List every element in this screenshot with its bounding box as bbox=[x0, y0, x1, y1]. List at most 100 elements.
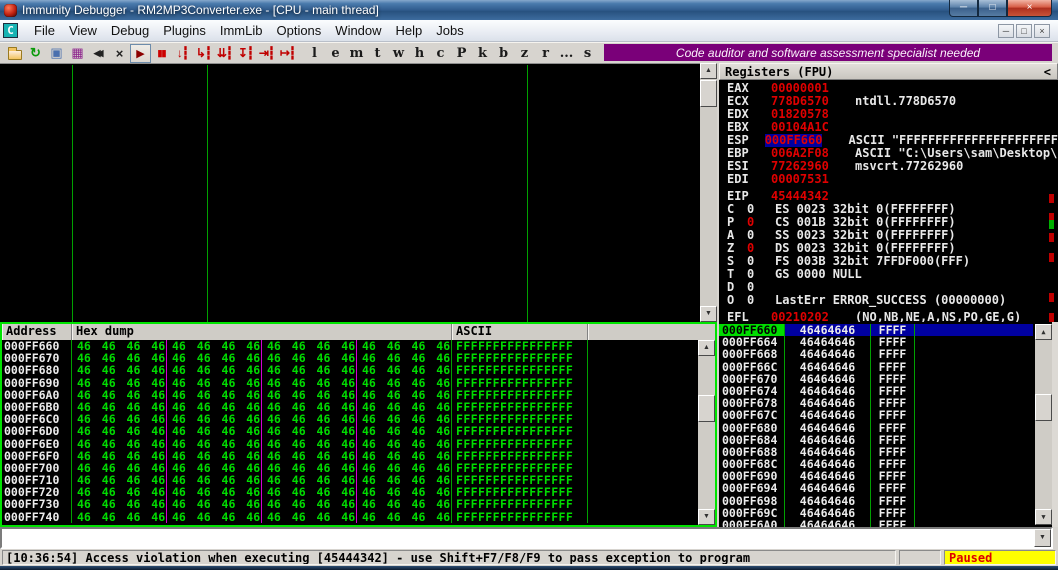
dump-address: 000FF6E0 bbox=[2, 437, 72, 450]
disassembly-scrollbar[interactable]: ▲ ▼ bbox=[700, 63, 717, 322]
stack-row[interactable]: 000FF67C 46464646 FFFF bbox=[719, 409, 1033, 422]
stack-ascii: FFFF bbox=[871, 494, 915, 507]
menu-view[interactable]: View bbox=[62, 21, 104, 40]
handles-button[interactable]: h bbox=[409, 46, 430, 61]
command-bar: ▼ bbox=[0, 527, 1053, 549]
breakpoint-window-button[interactable]: ▦ bbox=[67, 44, 88, 63]
memory-button[interactable]: m bbox=[346, 46, 367, 61]
flag-row[interactable]: O 0 LastErr ERROR_SUCCESS (00000000) bbox=[727, 294, 1058, 307]
mdi-close-button[interactable]: × bbox=[1034, 24, 1050, 38]
dump-ascii: FFFFFFFFFFFFFFFF bbox=[452, 376, 588, 389]
menu-bar: C File View Debug Plugins ImmLib Options… bbox=[0, 20, 1058, 42]
dump-bytes: 46 46 46 46 bbox=[167, 376, 262, 389]
call-stack-button[interactable]: k bbox=[472, 46, 493, 61]
dump-row[interactable]: 000FF730 46 46 46 46 46 46 46 46 46 46 4… bbox=[2, 498, 699, 511]
menu-debug[interactable]: Debug bbox=[104, 21, 156, 40]
threads-button[interactable]: t bbox=[367, 46, 388, 61]
menu-options[interactable]: Options bbox=[269, 21, 328, 40]
executables-button[interactable]: e bbox=[325, 46, 346, 61]
clipped-content-mark bbox=[1049, 253, 1054, 262]
mdi-restore-button[interactable]: □ bbox=[1016, 24, 1032, 38]
menu-jobs[interactable]: Jobs bbox=[429, 21, 470, 40]
cpu-window-button[interactable]: c bbox=[430, 46, 451, 61]
dump-row[interactable]: 000FF690 46 46 46 46 46 46 46 46 46 46 4… bbox=[2, 376, 699, 389]
close-process-button[interactable]: × bbox=[109, 44, 130, 63]
stack-scrollbar[interactable]: ▲ ▼ bbox=[1035, 324, 1052, 525]
ascii-column-header: ASCII bbox=[452, 324, 588, 340]
run-button[interactable]: ▶ bbox=[130, 43, 151, 63]
execute-till-return-button[interactable]: ⇥┇ bbox=[256, 44, 277, 63]
step-over-button[interactable]: ↳┇ bbox=[193, 44, 214, 63]
dump-bytes: 46 46 46 46 bbox=[167, 437, 262, 450]
register-row[interactable]: EDI 00007531 bbox=[727, 173, 1058, 186]
step-into-button[interactable]: ↓┇ bbox=[172, 44, 193, 63]
menu-immlib[interactable]: ImmLib bbox=[213, 21, 270, 40]
disassembly-pane[interactable] bbox=[0, 63, 700, 322]
menu-window[interactable]: Window bbox=[328, 21, 388, 40]
references-button[interactable]: r bbox=[535, 46, 556, 61]
stack-row[interactable]: 000FF668 46464646 FFFF bbox=[719, 348, 1033, 361]
register-row[interactable]: EFL 00210202 (NO,NB,NE,A,NS,PO,GE,G) bbox=[727, 311, 1058, 323]
dump-row[interactable]: 000FF6E0 46 46 46 46 46 46 46 46 46 46 4… bbox=[2, 437, 699, 450]
stack-address: 000FF668 bbox=[719, 348, 785, 361]
close-button[interactable]: × bbox=[1007, 0, 1052, 17]
stack-pane[interactable]: 000FF660 46464646 FFFF 000FF664 46464646… bbox=[719, 322, 1058, 527]
command-dropdown-icon[interactable]: ▼ bbox=[1034, 529, 1051, 547]
dump-ascii: FFFFFFFFFFFFFFFF bbox=[452, 437, 588, 450]
stack-value: 46464646 bbox=[785, 409, 871, 422]
hex-dump-pane[interactable]: Address Hex dump ASCII 000FF660 46 46 46… bbox=[0, 322, 717, 527]
stack-row[interactable]: 000FF6A0 46464646 FFFF bbox=[719, 519, 1033, 527]
dump-row[interactable]: 000FF680 46 46 46 46 46 46 46 46 46 46 4… bbox=[2, 364, 699, 377]
run-trace-button[interactable]: ... bbox=[556, 46, 577, 61]
dump-row[interactable]: 000FF740 46 46 46 46 46 46 46 46 46 46 4… bbox=[2, 510, 699, 523]
stack-row[interactable]: 000FF698 46464646 FFFF bbox=[719, 494, 1033, 507]
dump-bytes: 46 46 46 46 bbox=[262, 376, 357, 389]
log-window-button[interactable]: l bbox=[304, 46, 325, 61]
hex-dump-scrollbar[interactable]: ▲ ▼ bbox=[698, 340, 715, 525]
open-file-button[interactable] bbox=[4, 44, 25, 63]
source-button[interactable]: s bbox=[577, 46, 598, 61]
stack-row[interactable]: 000FF66C 46464646 FFFF bbox=[719, 360, 1033, 373]
scroll-up-icon[interactable]: ▲ bbox=[698, 340, 715, 356]
stack-row[interactable]: 000FF694 46464646 FFFF bbox=[719, 482, 1033, 495]
menu-plugins[interactable]: Plugins bbox=[156, 21, 213, 40]
pause-button[interactable]: ▮▮ bbox=[151, 44, 172, 63]
scroll-thumb[interactable] bbox=[700, 80, 717, 107]
scroll-thumb[interactable] bbox=[1035, 394, 1052, 421]
scroll-down-icon[interactable]: ▼ bbox=[700, 306, 717, 322]
scroll-up-icon[interactable]: ▲ bbox=[700, 63, 717, 79]
cpu-window-icon[interactable]: C bbox=[3, 23, 18, 38]
flag-row[interactable]: T 0 GS 0000 NULL bbox=[727, 268, 1058, 281]
scroll-down-icon[interactable]: ▼ bbox=[698, 509, 715, 525]
dump-address: 000FF730 bbox=[2, 498, 72, 511]
breakpoints-button[interactable]: b bbox=[493, 46, 514, 61]
maximize-button[interactable]: □ bbox=[978, 0, 1007, 17]
command-input[interactable] bbox=[2, 529, 1034, 547]
dump-bytes: 46 46 46 46 bbox=[72, 510, 167, 523]
stack-body: 000FF660 46464646 FFFF 000FF664 46464646… bbox=[719, 324, 1058, 527]
windows-window-button[interactable]: w bbox=[388, 46, 409, 61]
stack-row[interactable]: 000FF680 46464646 FFFF bbox=[719, 421, 1033, 434]
mdi-window-controls: ─ □ × bbox=[998, 24, 1050, 38]
menu-help[interactable]: Help bbox=[389, 21, 430, 40]
mdi-minimize-button[interactable]: ─ bbox=[998, 24, 1014, 38]
restart-button[interactable]: ↻ bbox=[25, 44, 46, 63]
registers-pane[interactable]: Registers (FPU) < EAX 00000001 ECX 778D6… bbox=[719, 63, 1058, 322]
scroll-up-icon[interactable]: ▲ bbox=[1035, 324, 1052, 340]
minimize-button[interactable]: ─ bbox=[949, 0, 978, 17]
dump-row[interactable]: 000FF6D0 46 46 46 46 46 46 46 46 46 46 4… bbox=[2, 425, 699, 438]
dump-bytes: 46 46 46 46 bbox=[262, 437, 357, 450]
dump-address: 000FF690 bbox=[2, 376, 72, 389]
menu-file[interactable]: File bbox=[27, 21, 62, 40]
run-to-user-code-button[interactable]: ↦┇ bbox=[277, 44, 298, 63]
patches-button[interactable]: P bbox=[451, 46, 472, 61]
title-bar[interactable]: Immunity Debugger - RM2MP3Converter.exe … bbox=[0, 0, 1058, 20]
rewind-button[interactable]: ◀◀ bbox=[88, 44, 109, 63]
windows-button[interactable]: ▣ bbox=[46, 44, 67, 63]
hardware-breakpoints-button[interactable]: z bbox=[514, 46, 535, 61]
trace-over-button[interactable]: ↧┇ bbox=[235, 44, 256, 63]
collapse-registers-button[interactable]: < bbox=[1044, 65, 1051, 79]
scroll-down-icon[interactable]: ▼ bbox=[1035, 509, 1052, 525]
scroll-thumb[interactable] bbox=[698, 395, 715, 422]
trace-into-button[interactable]: ⇊┇ bbox=[214, 44, 235, 63]
